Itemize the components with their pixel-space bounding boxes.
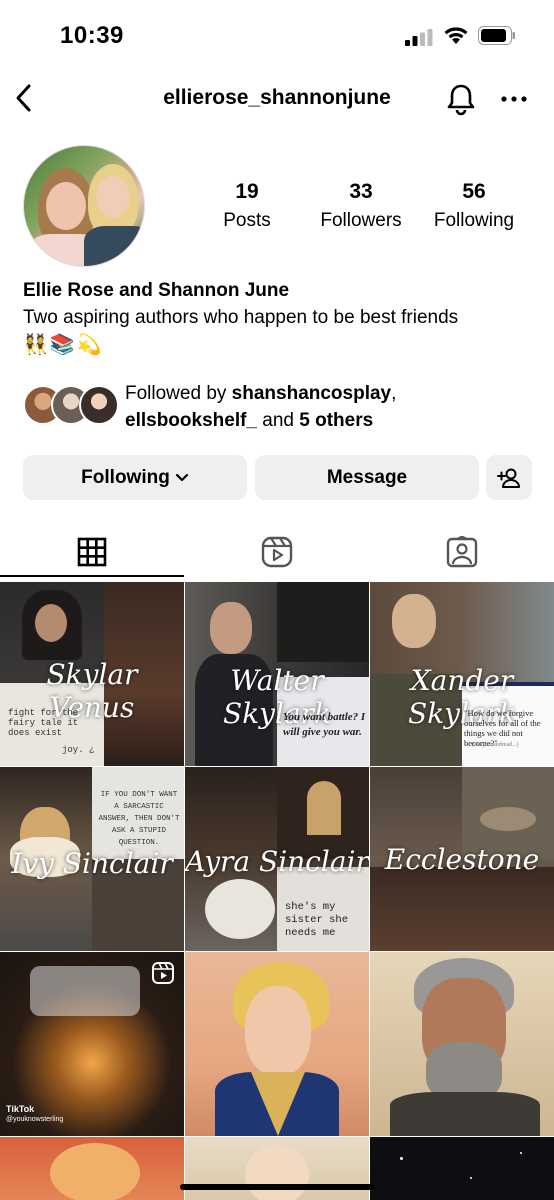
bell-icon <box>447 84 475 116</box>
posts-label: Posts <box>223 210 271 231</box>
more-options-button[interactable] <box>500 86 528 112</box>
followed-by-and: and <box>257 410 300 431</box>
tab-tagged[interactable] <box>370 525 554 579</box>
post-caption: Ayra Sinclair <box>185 845 369 878</box>
reels-icon <box>261 536 293 568</box>
followed-by-user[interactable]: shanshancosplay <box>232 383 391 404</box>
following-button[interactable]: Following <box>23 455 247 500</box>
posts-count: 19 <box>235 180 259 203</box>
suggested-users-button[interactable] <box>486 455 532 500</box>
profile-header: ellierose_shannonjune <box>0 70 554 126</box>
home-indicator[interactable] <box>180 1184 374 1190</box>
add-user-icon <box>497 468 520 488</box>
tagged-person-icon <box>446 536 478 568</box>
post-tile[interactable] <box>370 952 554 1136</box>
following-button-label: Following <box>81 466 170 488</box>
following-count: 56 <box>462 180 486 203</box>
post-signature: joy. ¿ <box>62 745 95 755</box>
reel-indicator-icon <box>152 962 174 984</box>
grid-icon <box>77 537 107 567</box>
following-stat[interactable]: 56 Following <box>419 180 529 232</box>
post-tile[interactable]: IF YOU DON'T WANT A SARCASTIC ANSWER, TH… <box>0 767 184 951</box>
chevron-down-icon <box>175 473 188 481</box>
tab-reels[interactable] <box>185 525 369 579</box>
more-horizontal-icon <box>501 96 527 102</box>
post-tile[interactable] <box>185 1137 369 1200</box>
post-quote-credit: — (via yoinkedread...) <box>464 742 519 748</box>
followers-count: 33 <box>349 180 373 203</box>
post-tile[interactable]: Walter Skylark You want battle? I will g… <box>185 582 369 766</box>
status-bar: 10:39 <box>0 0 554 70</box>
status-time: 10:39 <box>60 22 124 49</box>
followed-by-user[interactable]: ellsbookshelf_ <box>125 410 257 431</box>
bio-text: Two aspiring authors who happen to be be… <box>23 307 459 328</box>
profile-tabs <box>0 525 554 579</box>
followed-by-others[interactable]: 5 others <box>299 410 373 431</box>
post-tile[interactable] <box>370 1137 554 1200</box>
tab-posts[interactable] <box>0 525 184 579</box>
message-button-label: Message <box>326 466 408 488</box>
followed-by-text[interactable]: Followed by shanshancosplay, ellsbookshe… <box>125 380 396 434</box>
post-quote: fight for the fairy tale it does exist <box>8 708 79 738</box>
avatar <box>79 385 119 425</box>
bio-emojis: 👯📚💫 <box>23 334 104 356</box>
post-tile[interactable]: Ecclestone <box>370 767 554 951</box>
post-tile[interactable]: TikTok @youknowsterling <box>0 952 184 1136</box>
post-tile[interactable]: Skylar Venus fight for the fairy tale it… <box>0 582 184 766</box>
followers-stat[interactable]: 33 Followers <box>306 180 416 232</box>
post-tile[interactable] <box>185 952 369 1136</box>
cellular-signal-icon <box>405 29 433 46</box>
followed-by-avatars[interactable] <box>23 385 119 427</box>
active-tab-indicator <box>0 575 184 577</box>
posts-stat[interactable]: 19 Posts <box>192 180 302 232</box>
message-button[interactable]: Message <box>255 455 479 500</box>
following-label: Following <box>433 210 515 231</box>
post-tile[interactable] <box>0 1137 184 1200</box>
wifi-icon <box>444 27 468 44</box>
post-quote: You want battle? I will give you war. <box>283 711 366 738</box>
followers-label: Followers <box>320 210 402 231</box>
post-tile[interactable]: Ayra Sinclair she's my sister she needs … <box>185 767 369 951</box>
notifications-button[interactable] <box>444 82 478 116</box>
tiktok-label: TikTok <box>6 1104 35 1114</box>
post-quote: IF YOU DON'T WANT A SARCASTIC ANSWER, TH… <box>98 791 180 847</box>
followed-by-separator: , <box>391 383 397 404</box>
tiktok-user: @youknowsterling <box>6 1116 64 1123</box>
profile-avatar[interactable] <box>23 145 145 267</box>
post-quote: she's my sister she needs me <box>285 901 349 939</box>
post-caption: Ivy Sinclair <box>11 847 173 880</box>
post-caption: Ecclestone <box>384 843 540 876</box>
display-name: Ellie Rose and Shannon June <box>23 280 290 301</box>
battery-icon <box>478 26 515 45</box>
followed-by-prefix: Followed by <box>125 383 232 404</box>
post-tile[interactable]: Xander Skylark "How do we forgive oursel… <box>370 582 554 766</box>
